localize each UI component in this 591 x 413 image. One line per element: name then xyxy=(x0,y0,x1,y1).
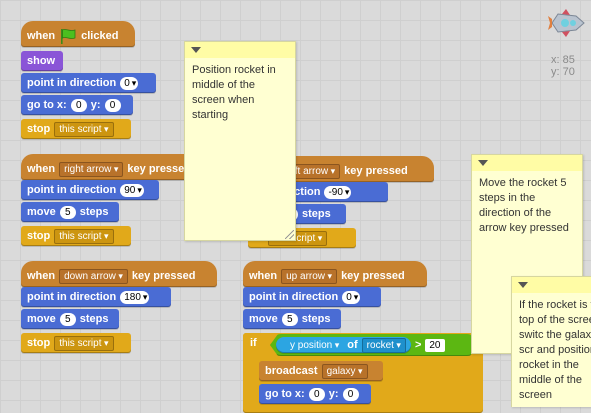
stop-label: stop xyxy=(27,123,51,135)
sprite-x-readout: x: 85 xyxy=(551,54,575,66)
direction-input[interactable]: 0 xyxy=(342,290,361,304)
y-input[interactable]: 0 xyxy=(342,387,359,401)
note-text[interactable]: Position rocket in middle of the screen … xyxy=(185,58,295,123)
key-dropdown[interactable]: down arrow xyxy=(59,268,128,284)
when-label: when xyxy=(27,30,56,42)
steps-label: steps xyxy=(79,206,109,218)
show-label: show xyxy=(27,55,56,67)
x-input[interactable]: 0 xyxy=(70,98,87,112)
move-steps-block[interactable]: move 5 steps xyxy=(243,309,341,329)
sprite-y-readout: y: 70 xyxy=(551,66,575,78)
steps-label: steps xyxy=(301,313,331,325)
stop-block[interactable]: stop this script xyxy=(21,333,131,353)
point-in-direction-label: point in direction xyxy=(27,291,117,303)
key-pressed-label: key pressed xyxy=(344,165,408,177)
go-to-label: go to x: xyxy=(265,388,305,400)
point-in-direction-block[interactable]: point in direction 0 xyxy=(21,73,156,93)
key-pressed-label: key pressed xyxy=(341,270,405,282)
comment-note[interactable]: If the rocket is the top of the screen, … xyxy=(511,276,591,407)
go-to-xy-block[interactable]: go to x: 0 y: 0 xyxy=(259,384,371,404)
point-in-direction-block[interactable]: point in direction 90 xyxy=(21,180,159,200)
of-label: of xyxy=(347,339,358,351)
greater-than-label: > xyxy=(414,339,422,351)
greater-than-operator[interactable]: y position of rocket > 20 xyxy=(270,334,478,356)
note-collapse-icon[interactable] xyxy=(191,47,201,53)
move-steps-block[interactable]: move 5 steps xyxy=(21,202,119,222)
note-header[interactable] xyxy=(185,42,295,58)
move-label: move xyxy=(27,206,56,218)
y-input[interactable]: 0 xyxy=(104,98,121,112)
steps-input[interactable]: 5 xyxy=(281,312,298,326)
clicked-label: clicked xyxy=(81,30,119,42)
note-collapse-icon[interactable] xyxy=(518,282,528,288)
steps-label: steps xyxy=(79,313,109,325)
key-dropdown[interactable]: right arrow xyxy=(59,161,124,177)
broadcast-label: broadcast xyxy=(265,365,318,377)
move-label: move xyxy=(249,313,278,325)
direction-input[interactable]: 90 xyxy=(120,183,144,197)
when-key-pressed-block[interactable]: when right arrow key pressed xyxy=(21,154,197,180)
compare-input[interactable]: 20 xyxy=(425,339,444,352)
key-pressed-label: key pressed xyxy=(127,163,192,175)
sprite-y-value: 70 xyxy=(562,66,575,78)
steps-label: steps xyxy=(302,208,331,220)
if-label: if xyxy=(250,337,257,349)
sensing-of-block[interactable]: y position of rocket xyxy=(276,337,411,353)
broadcast-block[interactable]: broadcast galaxy xyxy=(259,361,383,381)
show-block[interactable]: show xyxy=(21,51,63,71)
go-to-xy-block[interactable]: go to x: 0 y: 0 xyxy=(21,95,133,115)
point-in-direction-label: point in direction xyxy=(249,291,339,303)
when-key-pressed-block[interactable]: when down arrow key pressed xyxy=(21,261,217,287)
point-in-direction-block[interactable]: point in direction 0 xyxy=(243,287,381,307)
sprite-x-value: 85 xyxy=(562,54,575,66)
when-label: when xyxy=(27,270,56,282)
note-collapse-icon[interactable] xyxy=(478,160,488,166)
stop-block[interactable]: stop this script xyxy=(21,119,131,139)
key-dropdown[interactable]: up arrow xyxy=(281,268,338,284)
stop-option-dropdown[interactable]: this script xyxy=(54,121,114,137)
sprite-y-label: y: xyxy=(551,66,560,78)
stop-option-dropdown[interactable]: this script xyxy=(54,335,114,351)
rocket-sprite-icon xyxy=(548,9,585,37)
note-header[interactable] xyxy=(472,155,582,171)
point-in-direction-block[interactable]: point in direction 180 xyxy=(21,287,171,307)
resize-handle-icon[interactable] xyxy=(285,230,294,239)
comment-note[interactable]: Position rocket in middle of the screen … xyxy=(184,41,296,241)
y-label: y: xyxy=(328,388,339,400)
point-in-direction-label: point in direction xyxy=(27,77,117,89)
when-key-pressed-block[interactable]: when up arrow key pressed xyxy=(243,261,427,287)
move-label: move xyxy=(27,313,56,325)
key-pressed-label: key pressed xyxy=(131,270,196,282)
direction-input[interactable]: 0 xyxy=(120,76,139,90)
sprite-x-label: x: xyxy=(551,54,560,66)
direction-input[interactable]: 180 xyxy=(120,290,150,304)
steps-input[interactable]: 5 xyxy=(59,312,76,326)
when-label: when xyxy=(249,270,278,282)
note-text[interactable]: Move the rocket 5 steps in the direction… xyxy=(472,171,582,236)
message-dropdown[interactable]: galaxy xyxy=(321,363,368,379)
point-in-direction-label: point in direction xyxy=(27,184,117,196)
x-input[interactable]: 0 xyxy=(308,387,325,401)
go-to-label: go to x: xyxy=(27,99,67,111)
stop-option-dropdown[interactable]: this script xyxy=(54,228,114,244)
attribute-dropdown[interactable]: y position xyxy=(286,339,343,352)
direction-input[interactable]: -90 xyxy=(324,185,352,199)
stop-label: stop xyxy=(27,337,51,349)
stop-block[interactable]: stop this script xyxy=(21,226,131,246)
y-label: y: xyxy=(90,99,101,111)
steps-input[interactable]: 5 xyxy=(59,205,76,219)
object-dropdown[interactable]: rocket xyxy=(362,338,406,353)
note-text[interactable]: If the rocket is the top of the screen, … xyxy=(512,293,591,403)
move-steps-block[interactable]: move 5 steps xyxy=(21,309,119,329)
note-header[interactable] xyxy=(512,277,591,293)
green-flag-icon xyxy=(61,29,76,44)
when-flag-clicked-block[interactable]: when clicked xyxy=(21,21,135,47)
stop-label: stop xyxy=(27,230,51,242)
when-label: when xyxy=(27,163,56,175)
